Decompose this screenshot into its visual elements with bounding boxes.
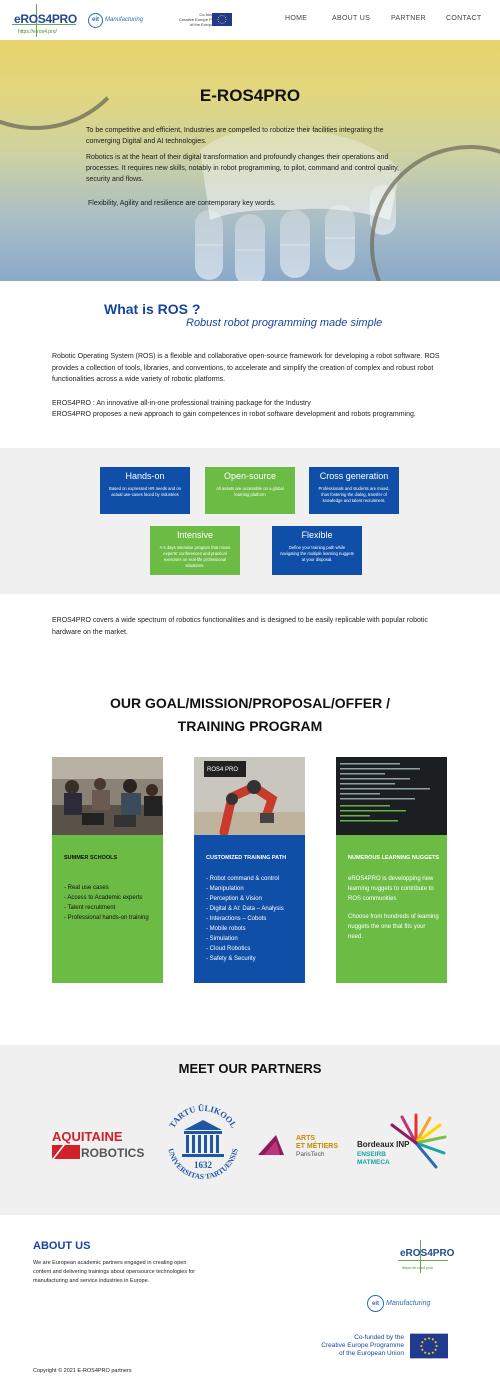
site-header: eROS4PRO https://e.ros4.pro/ eit Manufac…	[0, 0, 500, 40]
terminal-screenshot	[336, 757, 447, 835]
ros-description: Robotic Operating System (ROS) is a flex…	[52, 353, 440, 383]
eu-flag-icon	[410, 1333, 448, 1359]
goal-heading: OUR GOAL/MISSION/PROPOSAL/OFFER / TRAINI…	[109, 695, 390, 734]
eros4pro-tagline: EROS4PRO : An innovative all-in-one prof…	[52, 400, 311, 407]
logo-name: eROS4PRO	[14, 12, 77, 26]
students-photo	[52, 757, 163, 835]
feature-card-cross-generation: Cross generation Professionals and stude…	[309, 467, 399, 514]
svg-text:1632: 1632	[194, 1160, 213, 1170]
svg-text:MATMECA: MATMECA	[357, 1159, 390, 1166]
svg-text:ROBOTICS: ROBOTICS	[81, 1146, 144, 1160]
card-heading: CUSTOMIZED TRAINING PATH	[206, 855, 287, 861]
nav-contact[interactable]: CONTACT	[446, 15, 481, 22]
feature-card-hands-on: Hands-on Based on expressed HR needs and…	[100, 467, 190, 514]
nav-home[interactable]: HOME	[285, 15, 307, 22]
footer-eros4pro-logo[interactable]: eROS4PRO https://e.ros4.pro/	[398, 1240, 454, 1274]
footer-eit-logo[interactable]: eit Manufacturing	[367, 1295, 430, 1312]
eros4pro-logo[interactable]: eROS4PRO https://e.ros4.pro/	[12, 3, 78, 37]
logo-url: https://e.ros4.pro/	[18, 29, 57, 35]
svg-text:AQUITAINE: AQUITAINE	[52, 1129, 123, 1144]
what-is-ros-subtitle: Robust robot programming made simple	[186, 317, 383, 329]
svg-text:ENSEIRB: ENSEIRB	[357, 1151, 386, 1158]
aquitaine-robotics-logo[interactable]: AQUITAINE ROBOTICS	[51, 1127, 145, 1163]
features-band: Hands-on Based on expressed HR needs and…	[0, 448, 500, 594]
hero-banner: E-ROS4PRO To be competitive and efficien…	[0, 40, 500, 281]
hero-paragraph-2: Robotics is at the heart of their digita…	[86, 154, 400, 183]
footer-about-title: ABOUT US	[33, 1240, 91, 1252]
robot-arm-photo: ROS4 PRO	[194, 757, 305, 835]
card-list: - Real use cases - Access to Academic ex…	[64, 885, 149, 921]
hero-title: E-ROS4PRO	[199, 86, 301, 105]
learning-nuggets-card: NUMEROUS LEARNING NUGGETS eROS4PRO is de…	[336, 757, 447, 983]
nav-partner[interactable]: PARTNER	[391, 15, 426, 22]
card-list: - Robot command & control - Manipulation…	[206, 876, 284, 962]
bordeaux-inp-logo[interactable]: Bordeaux INP ENSEIRB MATMECA	[356, 1113, 448, 1173]
coverage-text: EROS4PRO covers a wide spectrum of robot…	[52, 617, 428, 636]
tartu-university-logo[interactable]: TARTU ÜLIKOOL UNIVERSITAS TARTUENSIS 163…	[160, 1100, 246, 1188]
partners-section: MEET OUR PARTNERS AQUITAINE ROBOTICS TAR…	[0, 1045, 500, 1215]
svg-text:ARTS: ARTS	[296, 1135, 315, 1142]
footer-about-text: We are European academic partners engage…	[33, 1260, 196, 1284]
feature-card-intensive: Intensive A 5 days intensive program tha…	[150, 526, 240, 575]
partners-title: MEET OUR PARTNERS	[178, 1061, 322, 1076]
card-heading: NUMEROUS LEARNING NUGGETS	[348, 855, 440, 861]
eu-flag-icon	[212, 13, 232, 26]
eit-icon: eit	[88, 12, 103, 28]
eit-label: Manufacturing	[105, 17, 144, 23]
feature-card-open-source: Open-source All assets are accessible on…	[205, 467, 295, 514]
eit-icon: eit	[367, 1295, 384, 1312]
svg-text:ParisTech: ParisTech	[296, 1151, 325, 1158]
feature-card-flexible: Flexible Define your training path while…	[272, 526, 362, 575]
card-list: eROS4PRO is developping new learning nug…	[348, 876, 439, 940]
hero-paragraph-1: To be competitive and efficient, Industr…	[86, 127, 384, 145]
card-heading: SUMMER SCHOOLS	[64, 855, 118, 861]
svg-text:Bordeaux INP: Bordeaux INP	[357, 1140, 410, 1149]
summer-schools-card: SUMMER SCHOOLS - Real use cases - Access…	[52, 757, 163, 983]
arts-et-metiers-logo[interactable]: ARTS ET MÉTIERS ParisTech	[258, 1131, 348, 1161]
page: eROS4PRO https://e.ros4.pro/ eit Manufac…	[0, 0, 500, 1385]
what-is-ros-title: What is ROS ?	[104, 301, 201, 317]
eit-manufacturing-logo[interactable]: eit Manufacturing	[88, 11, 143, 29]
svg-text:ROS4 PRO: ROS4 PRO	[207, 767, 238, 773]
decorative-arc	[0, 40, 140, 130]
copyright: Copyright © 2021 E-ROS4PRO partners	[33, 1368, 132, 1374]
footer-cofund-text: Co-funded by the Creative Europe Program…	[321, 1334, 404, 1357]
nav-about-us[interactable]: ABOUT US	[332, 15, 370, 22]
customized-training-card: ROS4 PRO CUSTOMIZED TRAINING PATH - Robo…	[194, 757, 305, 983]
svg-text:ET MÉTIERS: ET MÉTIERS	[296, 1141, 338, 1150]
hero-paragraph-3: Flexibility, Agility and resilience are …	[88, 200, 276, 207]
eros4pro-approach: EROS4PRO proposes a new approach to gain…	[52, 411, 416, 418]
